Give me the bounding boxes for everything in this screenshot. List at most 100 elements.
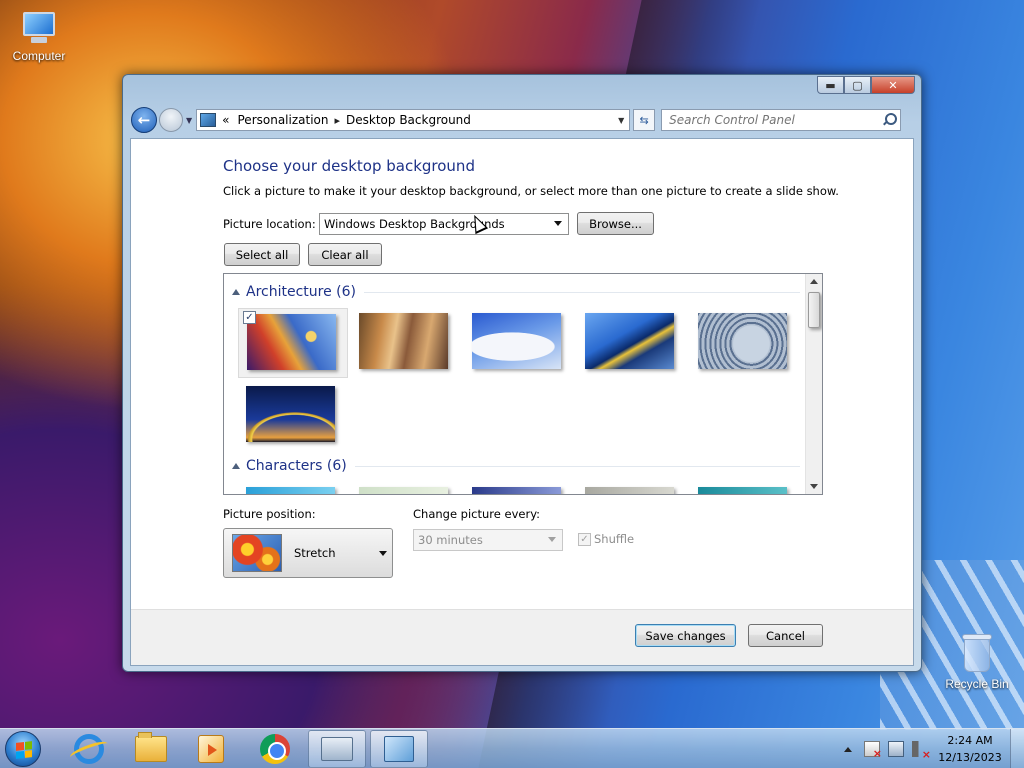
scroll-down-icon[interactable]: [810, 484, 818, 489]
position-preview-image: [232, 534, 282, 572]
minimize-button[interactable]: ▬: [817, 76, 844, 94]
breadcrumb-desktop-background[interactable]: Desktop Background: [346, 113, 471, 127]
forward-button[interactable]: [159, 108, 183, 132]
thumbnail-checkbox[interactable]: ✓: [243, 311, 256, 324]
picture-gallery[interactable]: Architecture (6) ✓ Characters (6): [223, 273, 823, 495]
show-hidden-icons-icon[interactable]: [844, 746, 852, 752]
clock[interactable]: 2:24 AM 12/13/2023: [936, 732, 1004, 766]
wallpaper-image[interactable]: [246, 487, 335, 494]
refresh-icon: ⇆: [639, 113, 649, 127]
search-icon[interactable]: [882, 113, 898, 127]
desktop-icon-computer-label: Computer: [12, 49, 66, 63]
wallpaper-image: [359, 313, 448, 369]
recent-pages-dropdown[interactable]: ▼: [186, 116, 192, 125]
volume-muted-icon[interactable]: [912, 741, 931, 761]
close-button[interactable]: ✕: [871, 76, 915, 94]
search-box[interactable]: [661, 109, 902, 131]
shuffle-checkbox[interactable]: ✓ Shuffle: [578, 532, 634, 546]
address-bar[interactable]: « Personalization ▸ Desktop Background ▼: [196, 109, 631, 131]
picture-location-select[interactable]: Windows Desktop Backgrounds: [319, 213, 569, 235]
picture-position-value: Stretch: [294, 546, 336, 560]
address-history-chevron[interactable]: «: [222, 113, 229, 127]
taskbar-chrome[interactable]: [246, 730, 304, 768]
desktop-icon-recycle-bin[interactable]: Recycle Bin: [940, 632, 1014, 691]
taskbar-control-panel[interactable]: [370, 730, 428, 768]
wallpaper-thumbnail[interactable]: [577, 308, 687, 378]
shuffle-label: Shuffle: [594, 532, 635, 546]
clock-date: 12/13/2023: [938, 751, 1002, 764]
wallpaper-thumbnail[interactable]: [238, 381, 348, 451]
wallpaper-image[interactable]: [472, 487, 561, 494]
picture-position-label: Picture position:: [223, 507, 316, 521]
chrome-icon: [260, 734, 290, 764]
taskbar-internet-explorer[interactable]: [60, 730, 118, 768]
chevron-down-icon: [379, 551, 387, 556]
folder-icon: [135, 732, 167, 762]
action-center-icon[interactable]: [864, 741, 882, 760]
internet-explorer-icon: [74, 734, 104, 764]
taskbar-windows-explorer[interactable]: [122, 730, 180, 768]
change-picture-interval-select[interactable]: 30 minutes: [413, 529, 563, 551]
wallpaper-image[interactable]: [698, 487, 787, 494]
media-player-icon: [198, 735, 224, 763]
taskbar-on-screen-keyboard[interactable]: [308, 730, 366, 768]
search-input[interactable]: [669, 113, 883, 127]
wallpaper-image: [472, 313, 561, 369]
wallpaper-thumbnail[interactable]: [351, 308, 461, 378]
clock-time: 2:24 AM: [947, 734, 993, 747]
back-button[interactable]: ←: [131, 107, 157, 133]
control-panel-icon: [200, 113, 217, 127]
save-changes-button[interactable]: Save changes: [635, 624, 736, 647]
cancel-button[interactable]: Cancel: [748, 624, 823, 647]
scrollbar-thumb[interactable]: [808, 292, 820, 328]
taskbar-media-player[interactable]: [182, 730, 240, 768]
gallery-scrollbar[interactable]: [805, 274, 822, 494]
wallpaper-image: [698, 313, 787, 369]
wallpaper-image: [246, 386, 335, 442]
notification-area: 2:24 AM 12/13/2023: [844, 729, 1024, 768]
maximize-button[interactable]: ▢: [844, 76, 871, 94]
start-button[interactable]: [5, 731, 41, 767]
windows-logo-icon: [16, 741, 32, 759]
group-header-architecture[interactable]: Architecture (6): [232, 284, 800, 300]
chevron-down-icon: [548, 537, 556, 542]
wallpaper-thumbnail[interactable]: [690, 308, 800, 378]
desktop-icon-recycle-bin-label: Recycle Bin: [945, 677, 1009, 691]
network-icon[interactable]: [888, 741, 904, 757]
clear-all-button[interactable]: Clear all: [308, 243, 382, 266]
wallpaper-image: [247, 314, 336, 370]
select-all-button[interactable]: Select all: [224, 243, 300, 266]
taskbar: 2:24 AM 12/13/2023: [0, 728, 1024, 768]
breadcrumb-separator-icon[interactable]: ▸: [334, 114, 340, 127]
change-picture-label: Change picture every:: [413, 507, 541, 521]
breadcrumb-personalization[interactable]: Personalization: [238, 113, 329, 127]
wallpaper-thumbnail[interactable]: [464, 308, 574, 378]
picture-position-select[interactable]: Stretch: [223, 528, 393, 578]
computer-icon: [19, 10, 59, 46]
collapse-icon[interactable]: [232, 289, 240, 295]
checkbox-checked-icon: ✓: [578, 532, 591, 546]
page-description: Click a picture to make it your desktop …: [223, 184, 839, 198]
group-header-characters[interactable]: Characters (6): [232, 458, 800, 474]
wallpaper-image[interactable]: [585, 487, 674, 494]
recycle-bin-icon: [962, 632, 992, 674]
address-dropdown-icon[interactable]: ▼: [613, 116, 629, 125]
refresh-button[interactable]: ⇆: [633, 109, 656, 131]
chevron-down-icon: [554, 221, 562, 226]
content-pane: Choose your desktop background Click a p…: [130, 138, 914, 666]
change-picture-interval-value: 30 minutes: [418, 533, 483, 547]
picture-location-label: Picture location:: [223, 217, 316, 231]
wallpaper-image: [585, 313, 674, 369]
desktop-background-window: ▬ ▢ ✕ ← ▼ « Personalization ▸ Desktop Ba…: [122, 74, 922, 672]
show-desktop-button[interactable]: [1010, 729, 1024, 768]
window-controls: ▬ ▢ ✕: [817, 76, 915, 94]
desktop-icon-computer[interactable]: Computer: [4, 10, 74, 63]
browse-button[interactable]: Browse...: [577, 212, 654, 235]
wallpaper-thumbnail[interactable]: ✓: [238, 308, 348, 378]
dialog-footer: Save changes Cancel: [131, 609, 913, 665]
wallpaper-image[interactable]: [359, 487, 448, 494]
group-title: Characters (6): [246, 458, 347, 474]
arrow-left-icon: ←: [137, 111, 151, 129]
collapse-icon[interactable]: [232, 463, 240, 469]
scroll-up-icon[interactable]: [810, 279, 818, 284]
